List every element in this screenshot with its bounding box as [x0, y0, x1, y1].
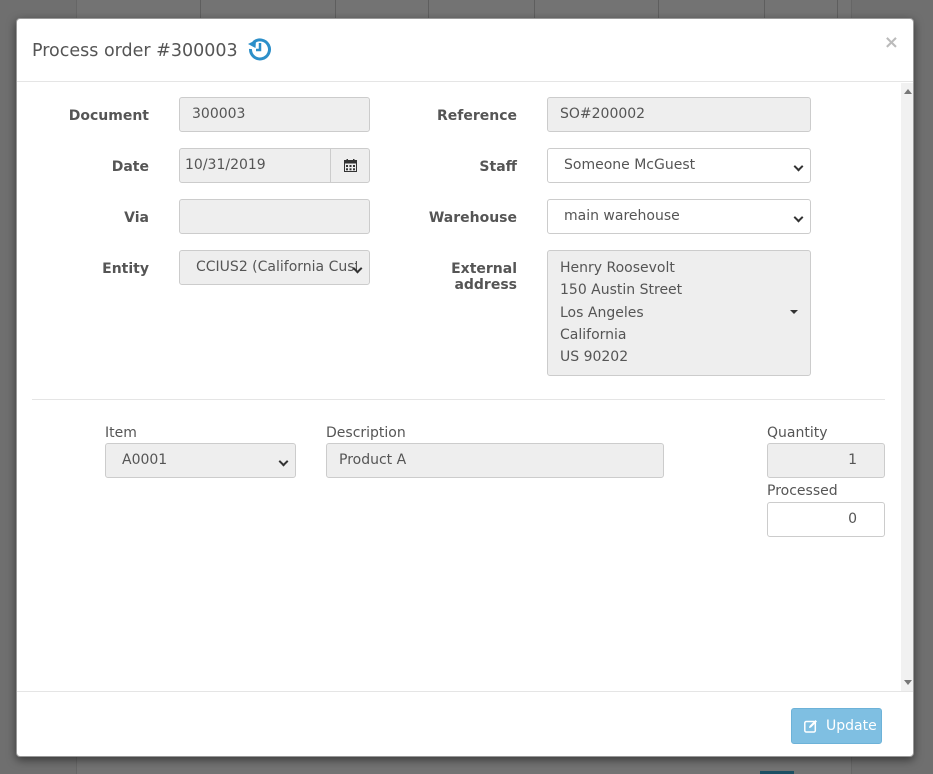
entity-select[interactable]: CCIUS2 (California Customer) [179, 250, 370, 285]
item-select[interactable]: A0001 [105, 443, 296, 478]
close-button[interactable]: × [884, 33, 899, 53]
history-icon[interactable] [246, 35, 274, 63]
chevron-down-icon[interactable] [790, 310, 798, 314]
document-field[interactable]: 300003 [179, 97, 370, 132]
warehouse-label: Warehouse [428, 210, 517, 226]
address-line: Henry Roosevolt [560, 260, 675, 276]
background-table [92, 0, 838, 20]
scroll-down-icon[interactable] [904, 680, 912, 685]
item-column-label: Item [105, 425, 137, 441]
date-field[interactable]: 10/31/2019 [179, 148, 331, 183]
modal-title: Process order #300003 [32, 41, 238, 61]
via-field[interactable] [179, 199, 370, 234]
update-button-label: Update [826, 718, 877, 734]
description-field[interactable]: Product A [326, 443, 664, 478]
description-column-label: Description [326, 425, 406, 441]
reference-label: Reference [436, 108, 517, 124]
address-line: US 90202 [560, 349, 629, 366]
background-footer [92, 756, 838, 774]
reference-field[interactable]: SO#200002 [547, 97, 811, 132]
update-button[interactable]: Update [791, 708, 882, 744]
staff-label: Staff [479, 159, 517, 175]
item-select-value: A0001 [122, 452, 168, 468]
quantity-field[interactable]: 1 [767, 443, 885, 478]
address-line: 150 Austin Street [560, 282, 683, 299]
date-label: Date [111, 159, 149, 175]
date-picker-button[interactable] [330, 148, 370, 183]
warehouse-select[interactable]: main warehouse [547, 199, 811, 234]
divider [32, 399, 885, 400]
quantity-column-label: Quantity [767, 425, 828, 441]
modal-footer: Update [17, 691, 913, 756]
modal-scrollbar[interactable] [901, 83, 913, 691]
document-label: Document [68, 108, 149, 124]
external-address-label: External address [451, 261, 517, 293]
scroll-thumb[interactable] [903, 99, 913, 674]
address-line: California [560, 326, 627, 343]
external-address-box[interactable]: Henry Roosevolt 150 Austin Street Los An… [547, 250, 811, 376]
calendar-icon [344, 159, 357, 172]
staff-select-value: Someone McGuest [564, 157, 696, 173]
processed-field[interactable]: 0 [767, 502, 885, 537]
entity-select-value: CCIUS2 (California Customer) [196, 259, 357, 275]
processed-label: Processed [767, 483, 838, 499]
warehouse-select-value: main warehouse [564, 208, 680, 224]
modal-body: Document 300003 Reference SO#200002 Date… [17, 83, 913, 691]
entity-label: Entity [102, 261, 149, 277]
via-label: Via [124, 210, 149, 226]
scroll-up-icon[interactable] [904, 89, 912, 94]
address-line: Los Angeles [560, 304, 644, 321]
staff-select[interactable]: Someone McGuest [547, 148, 811, 183]
edit-icon [804, 720, 817, 733]
modal-header: Process order #300003 × [17, 19, 913, 82]
process-order-modal: Process order #300003 × Document 300003 … [16, 18, 914, 757]
